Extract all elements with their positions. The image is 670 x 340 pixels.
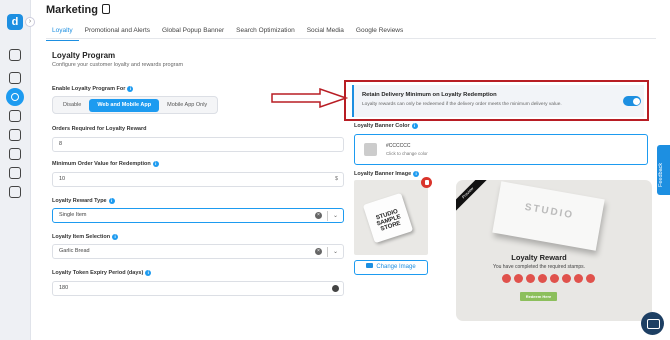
gallery-icon[interactable] xyxy=(9,110,21,122)
min-order-input[interactable]: 10 $ xyxy=(52,172,344,187)
sidebar-collapse-button[interactable]: › xyxy=(25,17,35,27)
stamp-icon xyxy=(502,274,511,283)
sample-card-image: STUDIO SAMPLE STORE xyxy=(362,192,414,244)
document-icon[interactable] xyxy=(101,4,110,14)
expiry-input[interactable]: 180 xyxy=(52,281,344,296)
banner-color-picker[interactable] xyxy=(354,134,648,165)
image-icon xyxy=(366,263,374,268)
preview-ribbon: Preview xyxy=(456,180,490,215)
enable-segmented-control: Disable Web and Mobile App Mobile App On… xyxy=(52,96,219,114)
retain-toggle[interactable] xyxy=(623,96,641,106)
feedback-tab[interactable]: Feedback xyxy=(657,145,670,195)
reward-type-label: Loyalty Reward Type i xyxy=(52,198,115,204)
info-icon[interactable]: i xyxy=(152,161,159,167)
reports-icon[interactable] xyxy=(9,129,21,141)
change-image-button[interactable]: Change Image xyxy=(354,260,428,275)
stamp-icon xyxy=(514,274,523,283)
logout-icon[interactable] xyxy=(9,186,21,198)
restaurant-icon[interactable] xyxy=(9,49,21,61)
banner-image-thumbnail: STUDIO SAMPLE STORE xyxy=(354,180,428,255)
color-hex-value: #CCCCCC xyxy=(386,143,411,149)
reward-type-label-text: Loyalty Reward Type xyxy=(52,198,107,204)
orders-label: Orders Required for Loyalty Reward xyxy=(52,126,147,132)
clear-icon[interactable]: × xyxy=(315,212,322,219)
enable-label: Enable Loyalty Program For i xyxy=(52,86,134,92)
color-swatch[interactable] xyxy=(364,143,377,156)
item-selection-label-text: Loyalty Item Selection xyxy=(52,234,111,240)
section-title: Loyalty Program xyxy=(52,51,116,60)
card-logo-text: STUDIO SAMPLE STORE xyxy=(375,208,402,233)
clear-icon[interactable]: × xyxy=(315,248,322,255)
option-web-and-mobile[interactable]: Web and Mobile App xyxy=(89,98,160,112)
stamp-icon xyxy=(562,274,571,283)
info-icon[interactable]: i xyxy=(108,198,115,204)
feedback-label: Feedback xyxy=(658,162,664,187)
page-title: Marketing xyxy=(46,4,110,16)
banner-image-label: Loyalty Banner Image i xyxy=(354,171,420,177)
expiry-value: 180 xyxy=(59,285,69,291)
select-separator xyxy=(327,211,328,221)
chevron-down-icon[interactable]: ⌄ xyxy=(333,246,338,259)
expiry-label: Loyalty Token Expiry Period (days) i xyxy=(52,270,152,276)
item-selection-value: Garlic Bread xyxy=(59,248,90,254)
devices-icon[interactable] xyxy=(9,148,21,160)
stamp-icon xyxy=(586,274,595,283)
change-image-label: Change Image xyxy=(376,264,416,270)
stamp-icon xyxy=(538,274,547,283)
chat-icon[interactable] xyxy=(641,312,664,335)
retain-delivery-card xyxy=(352,85,644,117)
preview-card-text: STUDIO xyxy=(523,201,575,222)
banner-color-label-text: Loyalty Banner Color xyxy=(354,123,410,129)
currency-suffix: $ xyxy=(334,176,338,182)
retain-title: Retain Delivery Minimum on Loyalty Redem… xyxy=(362,92,497,98)
banner-image-label-text: Loyalty Banner Image xyxy=(354,171,412,177)
preview-subtitle: You have completed the required stamps. xyxy=(492,264,586,270)
info-icon[interactable]: i xyxy=(112,234,119,240)
info-icon[interactable]: i xyxy=(127,86,134,92)
preview-banner-image: STUDIO xyxy=(492,181,605,251)
info-icon[interactable]: i xyxy=(411,123,418,129)
min-order-value: 10 xyxy=(59,176,66,182)
annotation-arrow-icon xyxy=(271,88,348,108)
chevron-down-icon[interactable]: ⌄ xyxy=(333,210,338,223)
redeem-button[interactable]: Redeem Here xyxy=(520,292,557,301)
sidebar: d › xyxy=(0,0,35,340)
delete-image-icon[interactable] xyxy=(421,177,432,188)
item-selection-select[interactable]: Garlic Bread × ⌄ xyxy=(52,244,344,259)
banner-color-label: Loyalty Banner Color i xyxy=(354,123,418,129)
option-disable[interactable]: Disable xyxy=(55,99,89,112)
info-icon[interactable]: i xyxy=(145,270,152,276)
page-title-text: Marketing xyxy=(46,4,98,16)
stamp-icon xyxy=(574,274,583,283)
integrations-icon[interactable] xyxy=(9,167,21,179)
tabs-divider xyxy=(46,38,656,39)
clock-icon xyxy=(332,285,339,292)
min-order-label: Minimum Order Value for Redemption i xyxy=(52,161,159,167)
item-selection-label: Loyalty Item Selection i xyxy=(52,234,119,240)
color-hint: Click to change color xyxy=(386,151,428,156)
min-order-label-text: Minimum Order Value for Redemption xyxy=(52,161,151,167)
stamp-row xyxy=(502,274,595,283)
info-icon[interactable]: i xyxy=(413,171,420,177)
stamp-icon xyxy=(526,274,535,283)
app-logo[interactable]: d xyxy=(7,14,23,30)
reward-type-select[interactable]: Single Item × ⌄ xyxy=(52,208,344,223)
orders-input[interactable]: 8 xyxy=(52,137,344,152)
marketing-icon[interactable] xyxy=(6,88,24,106)
option-mobile-only[interactable]: Mobile App Only xyxy=(159,99,215,112)
select-separator xyxy=(327,247,328,257)
enable-label-text: Enable Loyalty Program For xyxy=(52,86,126,92)
preview-title: Loyalty Reward xyxy=(511,253,567,262)
section-subtitle: Configure your customer loyalty and rewa… xyxy=(52,62,184,68)
reward-type-value: Single Item xyxy=(59,212,87,218)
orders-value: 8 xyxy=(59,141,63,147)
orders-icon[interactable] xyxy=(9,72,21,84)
retain-description: Loyalty rewards can only be redeemed if … xyxy=(362,102,562,107)
stamp-icon xyxy=(550,274,559,283)
expiry-label-text: Loyalty Token Expiry Period (days) xyxy=(52,270,144,276)
